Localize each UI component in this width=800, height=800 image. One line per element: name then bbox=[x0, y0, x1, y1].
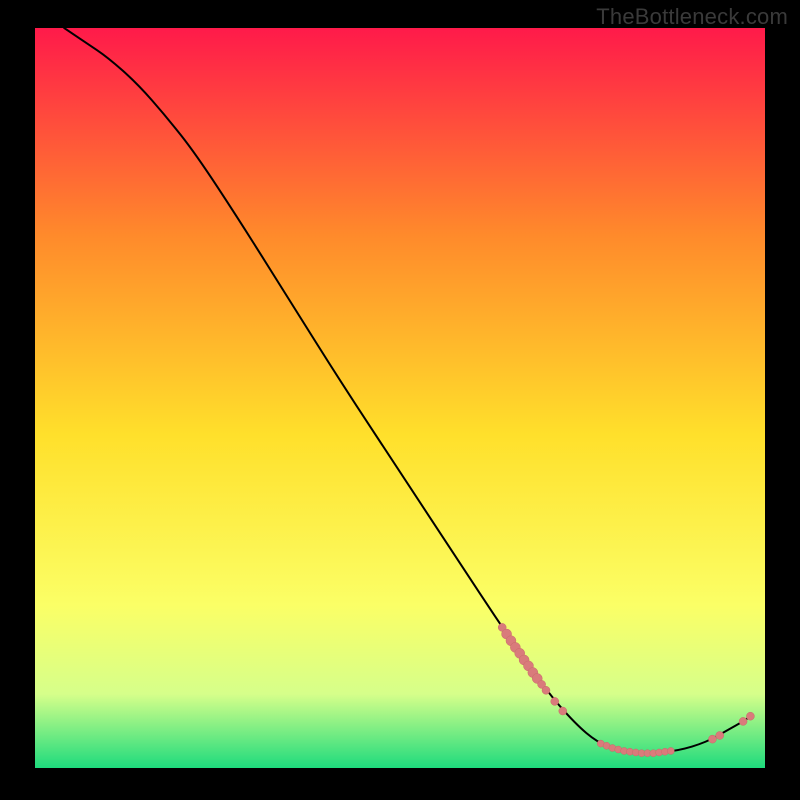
data-markers bbox=[35, 28, 765, 768]
data-marker bbox=[542, 686, 550, 694]
data-marker bbox=[708, 735, 716, 743]
watermark-label: TheBottleneck.com bbox=[596, 4, 788, 30]
chart bbox=[35, 28, 765, 768]
data-marker bbox=[716, 731, 724, 739]
data-marker bbox=[667, 747, 674, 754]
data-marker bbox=[551, 697, 559, 705]
data-marker bbox=[746, 712, 754, 720]
data-marker bbox=[559, 707, 567, 715]
data-marker bbox=[739, 717, 747, 725]
